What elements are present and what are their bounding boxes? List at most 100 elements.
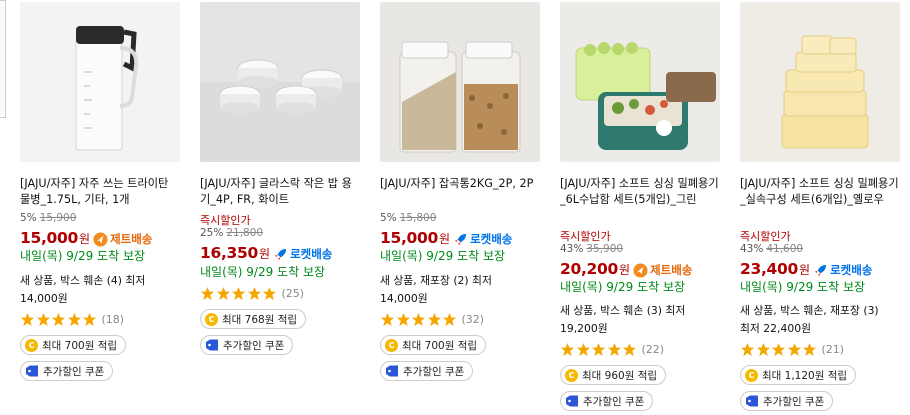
arrival-guarantee: 내일(목) 9/29 도착 보장 xyxy=(380,249,506,263)
cashback-label: 최대 960원 적립 xyxy=(582,369,658,382)
discount-percent: 25% xyxy=(200,227,224,239)
price-row: 15,000 원 제트배송 xyxy=(20,227,190,247)
currency-won: 원 xyxy=(259,247,271,261)
star-icon xyxy=(787,342,801,356)
product-grid: [JAJU/자주] 자주 쓰는 트라이탄 물병_1.75L, 기타, 1개 5%… xyxy=(0,0,910,415)
product-image-green-container-set[interactable] xyxy=(560,2,720,162)
star-icon xyxy=(576,342,590,356)
sale-price: 23,400 xyxy=(740,260,799,278)
price-row: 16,350 원 로켓배송 xyxy=(200,242,370,262)
delivery-badge-label: 로켓배송 xyxy=(830,263,873,277)
coupon-label: 추가할인 쿠폰 xyxy=(583,395,645,408)
product-image-glass-containers[interactable] xyxy=(200,2,360,162)
delivery-badge-label: 제트배송 xyxy=(110,232,153,246)
rocket-delivery-icon xyxy=(274,248,287,260)
delivery-badge-label: 제트배송 xyxy=(650,263,693,277)
star-icon xyxy=(20,312,35,326)
currency-won: 원 xyxy=(799,263,811,277)
product-title[interactable]: [JAJU/자주] 자주 쓰는 트라이탄 물병_1.75L, 기타, 1개 xyxy=(20,176,180,210)
original-price: 15,900 xyxy=(39,212,77,224)
star-icon xyxy=(247,286,261,300)
lowest-price: 최저 22,400원 xyxy=(740,322,812,335)
star-icon xyxy=(216,286,230,300)
original-price: 21,800 xyxy=(226,227,264,239)
discount-percent: 5% xyxy=(380,212,397,224)
coupon-label: 추가할인 쿠폰 xyxy=(403,365,465,378)
original-price: 35,900 xyxy=(586,243,624,255)
star-icon xyxy=(82,312,97,326)
star-rating xyxy=(380,312,458,327)
lowest-price: 14,000원 xyxy=(380,292,428,305)
coin-icon: C xyxy=(205,312,218,326)
rating: (22) xyxy=(560,341,664,357)
star-icon xyxy=(740,342,755,356)
jet-delivery-badge: 제트배송 xyxy=(633,262,692,278)
coupon-button[interactable]: 추가할인 쿠폰 xyxy=(560,391,654,411)
used-condition-link[interactable]: 새 상품, 박스 훼손 (3) 최저 xyxy=(560,302,685,317)
product-title[interactable]: [JAJU/자주] 소프트 싱싱 밀폐용기_6L수납함 세트(5개입)_그린 xyxy=(560,176,720,226)
discount-row: 5% 15,800 xyxy=(380,212,540,226)
arrival-guarantee: 내일(목) 9/29 도착 보장 xyxy=(20,249,146,263)
product-title[interactable]: [JAJU/자주] 소프트 싱싱 밀폐용기_실속구성 세트(6개입)_옐로우 xyxy=(740,176,900,226)
star-icon xyxy=(51,312,66,326)
coupon-button[interactable]: 추가할인 쿠폰 xyxy=(740,391,834,411)
star-icon xyxy=(802,342,817,356)
price-row: 23,400 원 로켓배송 xyxy=(740,258,910,278)
product-title[interactable]: [JAJU/자주] 잡곡통2KG_2P, 2P xyxy=(380,176,540,210)
product-title[interactable]: [JAJU/자주] 글라스락 작은 밥 용기_4P, FR, 화이트 xyxy=(200,176,360,210)
star-rating xyxy=(200,286,278,301)
star-icon xyxy=(411,312,426,326)
cashback-label: 최대 1,120원 적립 xyxy=(762,369,848,382)
star-icon xyxy=(36,312,50,326)
coupon-button[interactable]: 추가할인 쿠폰 xyxy=(200,335,294,355)
rating: (32) xyxy=(380,311,484,327)
star-icon xyxy=(771,342,786,356)
jet-delivery-icon xyxy=(633,262,648,278)
review-count[interactable]: (22) xyxy=(642,343,665,356)
coupon-tag-icon xyxy=(26,365,38,377)
coupon-label: 추가할인 쿠폰 xyxy=(43,365,105,378)
jet-delivery-badge: 제트배송 xyxy=(93,231,152,247)
coin-icon: C xyxy=(565,368,578,382)
star-rating xyxy=(20,312,98,327)
coin-icon: C xyxy=(25,338,38,352)
coupon-button[interactable]: 추가할인 쿠폰 xyxy=(380,361,474,381)
coupon-button[interactable]: 추가할인 쿠폰 xyxy=(20,361,114,381)
coupon-tag-icon xyxy=(206,339,218,351)
review-count[interactable]: (25) xyxy=(282,287,305,300)
carousel-prev-edge[interactable] xyxy=(0,0,6,118)
sale-price: 15,000 xyxy=(20,229,79,247)
star-rating xyxy=(560,342,638,357)
star-icon xyxy=(67,312,81,326)
cashback-badge: C 최대 768원 적립 xyxy=(200,309,307,329)
star-icon xyxy=(756,342,770,356)
review-count[interactable]: (18) xyxy=(102,313,125,326)
product-image-yellow-container-set[interactable] xyxy=(740,2,900,162)
star-icon xyxy=(427,312,441,326)
discount-percent: 43% xyxy=(560,243,584,255)
sale-price: 15,000 xyxy=(380,229,439,247)
product-image-grain-containers[interactable] xyxy=(380,2,540,162)
rating: (21) xyxy=(740,341,844,357)
coupon-tag-icon xyxy=(386,365,398,377)
star-icon xyxy=(591,342,606,356)
used-condition-link[interactable]: 새 상품, 박스 훼손 (4) 최저 xyxy=(20,272,145,287)
used-condition-link[interactable]: 새 상품, 재포장 (2) 최저 xyxy=(380,272,492,287)
discount-row: 25% 21,800 xyxy=(200,227,360,241)
star-icon xyxy=(607,342,621,356)
review-count[interactable]: (32) xyxy=(462,313,485,326)
cashback-badge: C 최대 700원 적립 xyxy=(380,335,487,355)
review-count[interactable]: (21) xyxy=(822,343,845,356)
price-row: 15,000 원 로켓배송 xyxy=(380,227,550,247)
rocket-delivery-badge: 로켓배송 xyxy=(273,246,332,262)
product-image-pitcher[interactable] xyxy=(20,2,180,162)
jet-delivery-icon xyxy=(93,231,108,247)
cashback-badge: C 최대 960원 적립 xyxy=(560,365,667,385)
cashback-label: 최대 768원 적립 xyxy=(222,313,298,326)
lowest-price: 14,000원 xyxy=(20,292,68,305)
rating: (25) xyxy=(200,285,304,301)
sale-price: 20,200 xyxy=(560,260,619,278)
used-condition-link[interactable]: 새 상품, 박스 훼손, 재포장 (3) xyxy=(740,302,879,317)
rocket-delivery-badge: 로켓배송 xyxy=(453,231,512,247)
star-icon xyxy=(622,342,637,356)
